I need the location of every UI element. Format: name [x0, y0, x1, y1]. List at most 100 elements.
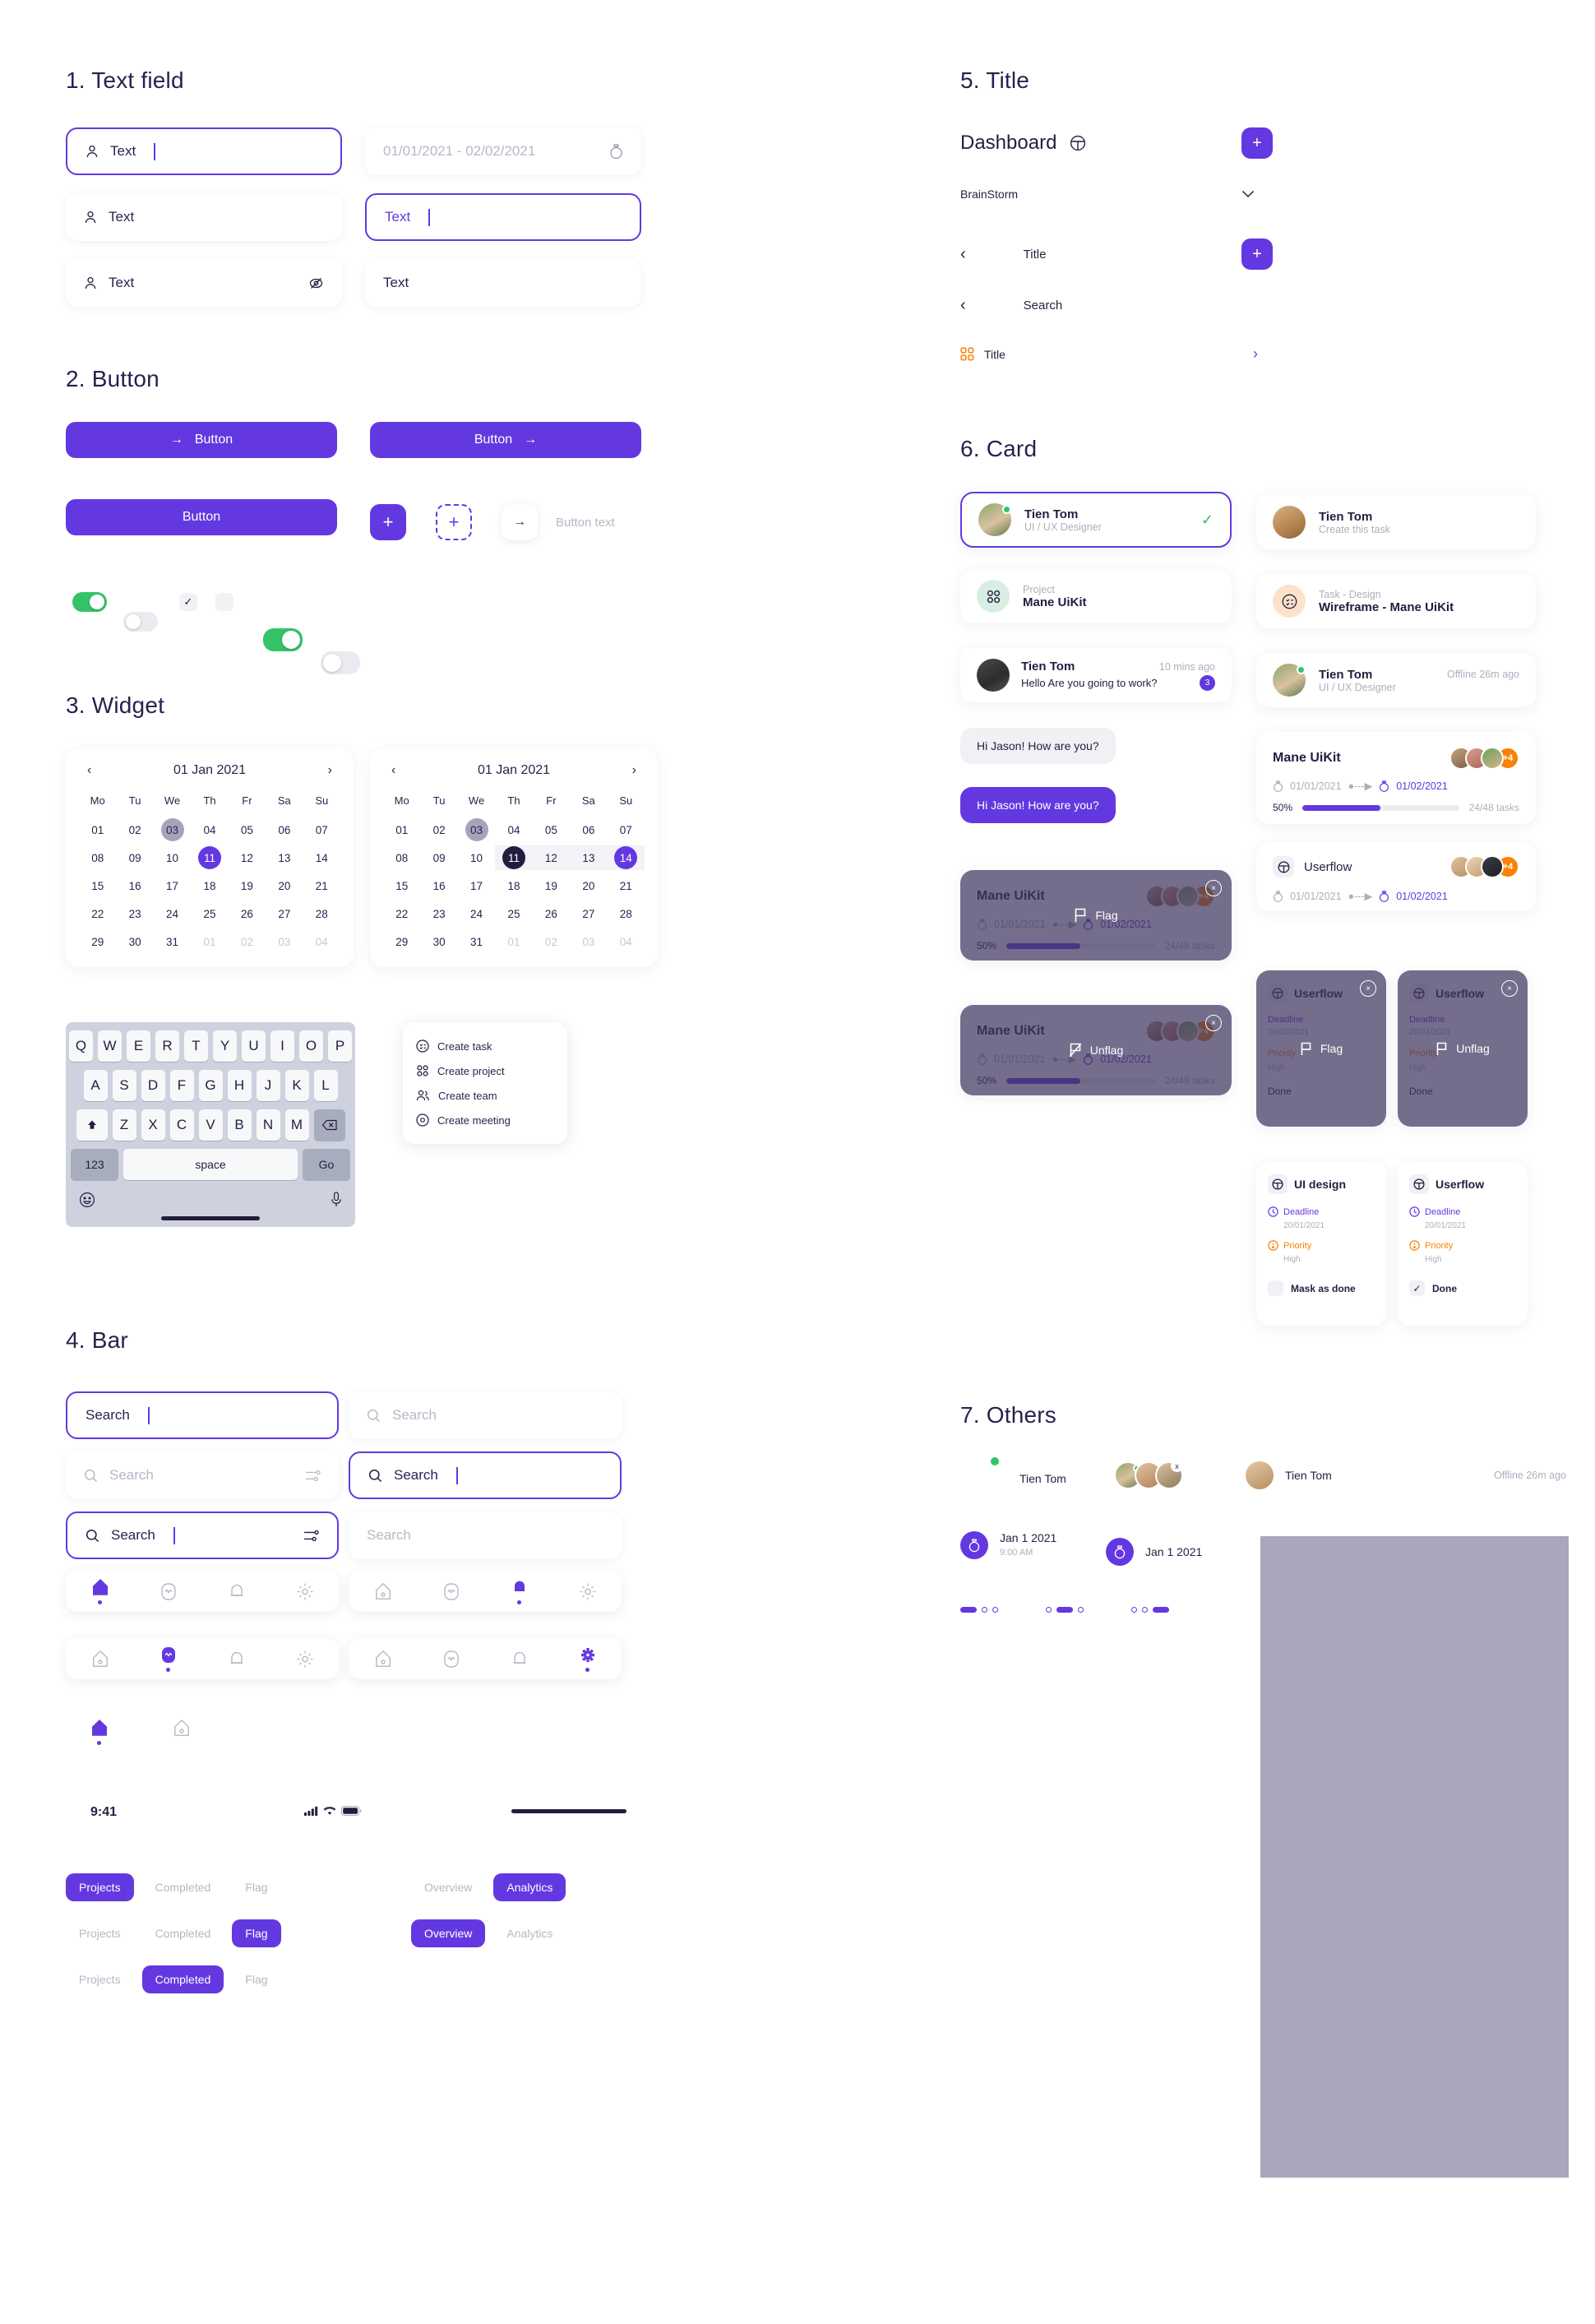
calendar-day[interactable]: 12	[229, 845, 266, 870]
tab-settings[interactable]	[296, 1582, 314, 1601]
calendar-day[interactable]: 02	[533, 929, 570, 954]
calendar-day[interactable]: 01	[383, 817, 420, 842]
tab-notifications[interactable]	[228, 1650, 246, 1669]
calendar-day[interactable]: 06	[570, 817, 607, 842]
chip-row-right-1[interactable]: Overview Analytics	[411, 1873, 566, 1901]
tab-activity[interactable]	[160, 1582, 178, 1601]
arrow-button-white[interactable]: →	[502, 504, 538, 540]
calendar-day[interactable]: 30	[116, 929, 153, 954]
key-c[interactable]: C	[169, 1109, 194, 1141]
eye-off-icon[interactable]	[308, 275, 324, 291]
key-t[interactable]: T	[184, 1030, 208, 1062]
calendar-day[interactable]: 16	[116, 873, 153, 898]
list-row-title[interactable]: Title ›	[960, 345, 1273, 363]
button-text-label[interactable]: Button text	[556, 516, 615, 530]
calendar-day[interactable]: 25	[191, 901, 228, 926]
checkbox-checked[interactable]: ✓	[179, 593, 197, 611]
calendar-day[interactable]: 20	[266, 873, 303, 898]
tab-icon-home[interactable]	[173, 1719, 191, 1738]
calendar-grid[interactable]: Mo Tu We Th Fr Sa Su 01 02 03 04 05 06 07 08 09 10 11 12 13…	[383, 789, 645, 954]
tab-home[interactable]	[374, 1650, 392, 1669]
chevron-right-icon[interactable]: ›	[1253, 345, 1258, 363]
key-s[interactable]: S	[112, 1070, 136, 1101]
search-bar-focused-plain[interactable]: Search	[66, 1391, 339, 1439]
key-x[interactable]: X	[141, 1109, 165, 1141]
calendar-day[interactable]: 18	[495, 873, 532, 898]
calendar-day[interactable]: 04	[608, 929, 645, 954]
key-j[interactable]: J	[256, 1070, 280, 1101]
key-p[interactable]: P	[328, 1030, 352, 1062]
tab-home[interactable]	[91, 1650, 109, 1669]
timer-icon[interactable]	[609, 143, 623, 160]
unflag-overlay[interactable]: Unflag ×	[960, 1005, 1232, 1095]
calendar-day[interactable]: 24	[458, 901, 495, 926]
tab-activity[interactable]	[442, 1582, 460, 1601]
userflow-icon[interactable]	[1070, 135, 1086, 151]
key-g[interactable]: G	[198, 1070, 223, 1101]
filter-icon[interactable]	[305, 1469, 321, 1483]
avatar-group[interactable]: x	[1114, 1460, 1183, 1489]
calendar-prev-button[interactable]: ‹	[87, 763, 91, 778]
calendar-day[interactable]: 07	[608, 817, 645, 842]
close-icon[interactable]: ×	[1205, 880, 1222, 896]
card-detail-userflow[interactable]: Userflow Deadline 20/01/2021 Priority Hi…	[1398, 1161, 1528, 1326]
search-bar-placeholder[interactable]: Search	[349, 1391, 622, 1439]
microphone-icon[interactable]	[331, 1192, 342, 1208]
calendar-range[interactable]: ‹ 01 Jan 2021 › Mo Tu We Th Fr Sa Su 01 02 03 04 05…	[370, 748, 658, 967]
calendar-day[interactable]: 28	[303, 901, 340, 926]
chip-completed[interactable]: Completed	[141, 1965, 224, 1993]
chip-projects[interactable]: Projects	[66, 1873, 134, 1901]
tab-settings[interactable]	[579, 1582, 597, 1601]
add-button-dashed[interactable]: +	[436, 504, 472, 540]
key-u[interactable]: U	[242, 1030, 266, 1062]
card-userflow[interactable]: Userflow +4 01/01/2021 ●‑‑‑▶ 01/02/2021	[1256, 842, 1536, 911]
calendar-day[interactable]: 20	[570, 873, 607, 898]
pagination-1[interactable]	[960, 1607, 998, 1613]
calendar-day[interactable]: 06	[266, 817, 303, 842]
calendar-day[interactable]: 13	[570, 845, 608, 870]
back-button[interactable]: ‹	[960, 245, 966, 264]
flag-overlay[interactable]: Flag ×	[960, 870, 1232, 961]
key-a[interactable]: A	[83, 1070, 108, 1101]
card-message[interactable]: Tien Tom 10 mins ago Hello Are you going…	[960, 648, 1232, 702]
key-z[interactable]: Z	[112, 1109, 136, 1141]
search-bar-focused-filter[interactable]: Search	[66, 1512, 339, 1559]
pagination-3[interactable]	[1131, 1607, 1169, 1613]
done-checkbox[interactable]	[1268, 1280, 1283, 1296]
flag-overlay[interactable]: Flag ×	[1256, 970, 1386, 1127]
calendar-day[interactable]: 10	[154, 845, 191, 870]
calendar-day[interactable]: 31	[458, 929, 495, 954]
key-e[interactable]: E	[127, 1030, 150, 1062]
calendar-day[interactable]: 04	[191, 817, 228, 842]
calendar-day[interactable]: 30	[420, 929, 457, 954]
toggle-on[interactable]	[72, 592, 107, 612]
backspace-icon[interactable]	[313, 1109, 345, 1141]
card-task[interactable]: Task - Design Wireframe - Mane UiKit	[1256, 574, 1536, 628]
calendar-day[interactable]: 03	[266, 929, 303, 954]
calendar-day[interactable]: 22	[383, 901, 420, 926]
keyboard-row-4[interactable]: 123 space Go	[71, 1149, 350, 1180]
calendar-day[interactable]: 08	[79, 845, 116, 870]
calendar-day[interactable]: 05	[229, 817, 266, 842]
calendar-day[interactable]: 19	[229, 873, 266, 898]
chip-analytics[interactable]: Analytics	[493, 1873, 566, 1901]
chip-projects[interactable]: Projects	[66, 1965, 134, 1993]
calendar-day[interactable]: 01	[191, 929, 228, 954]
tab-settings-active[interactable]	[579, 1646, 597, 1672]
button-plain[interactable]: Button	[66, 499, 337, 535]
calendar-day[interactable]: 01	[495, 929, 532, 954]
key-q[interactable]: Q	[69, 1030, 93, 1062]
calendar-day[interactable]: 25	[495, 901, 532, 926]
chip-analytics[interactable]: Analytics	[493, 1919, 566, 1947]
calendar-day[interactable]: 12	[532, 845, 571, 870]
tab-notifications[interactable]	[511, 1650, 529, 1669]
calendar-day[interactable]: 29	[79, 929, 116, 954]
calendar-day[interactable]: 04	[303, 929, 340, 954]
calendar-day[interactable]: 07	[303, 817, 340, 842]
pagination-2[interactable]	[1046, 1607, 1084, 1613]
calendar-day[interactable]: 21	[303, 873, 340, 898]
chip-flag[interactable]: Flag	[232, 1965, 280, 1993]
tab-bar-3[interactable]	[66, 1638, 339, 1679]
password-field[interactable]: Text	[66, 259, 342, 307]
chip-row-3[interactable]: Projects Completed Flag	[66, 1965, 281, 1993]
